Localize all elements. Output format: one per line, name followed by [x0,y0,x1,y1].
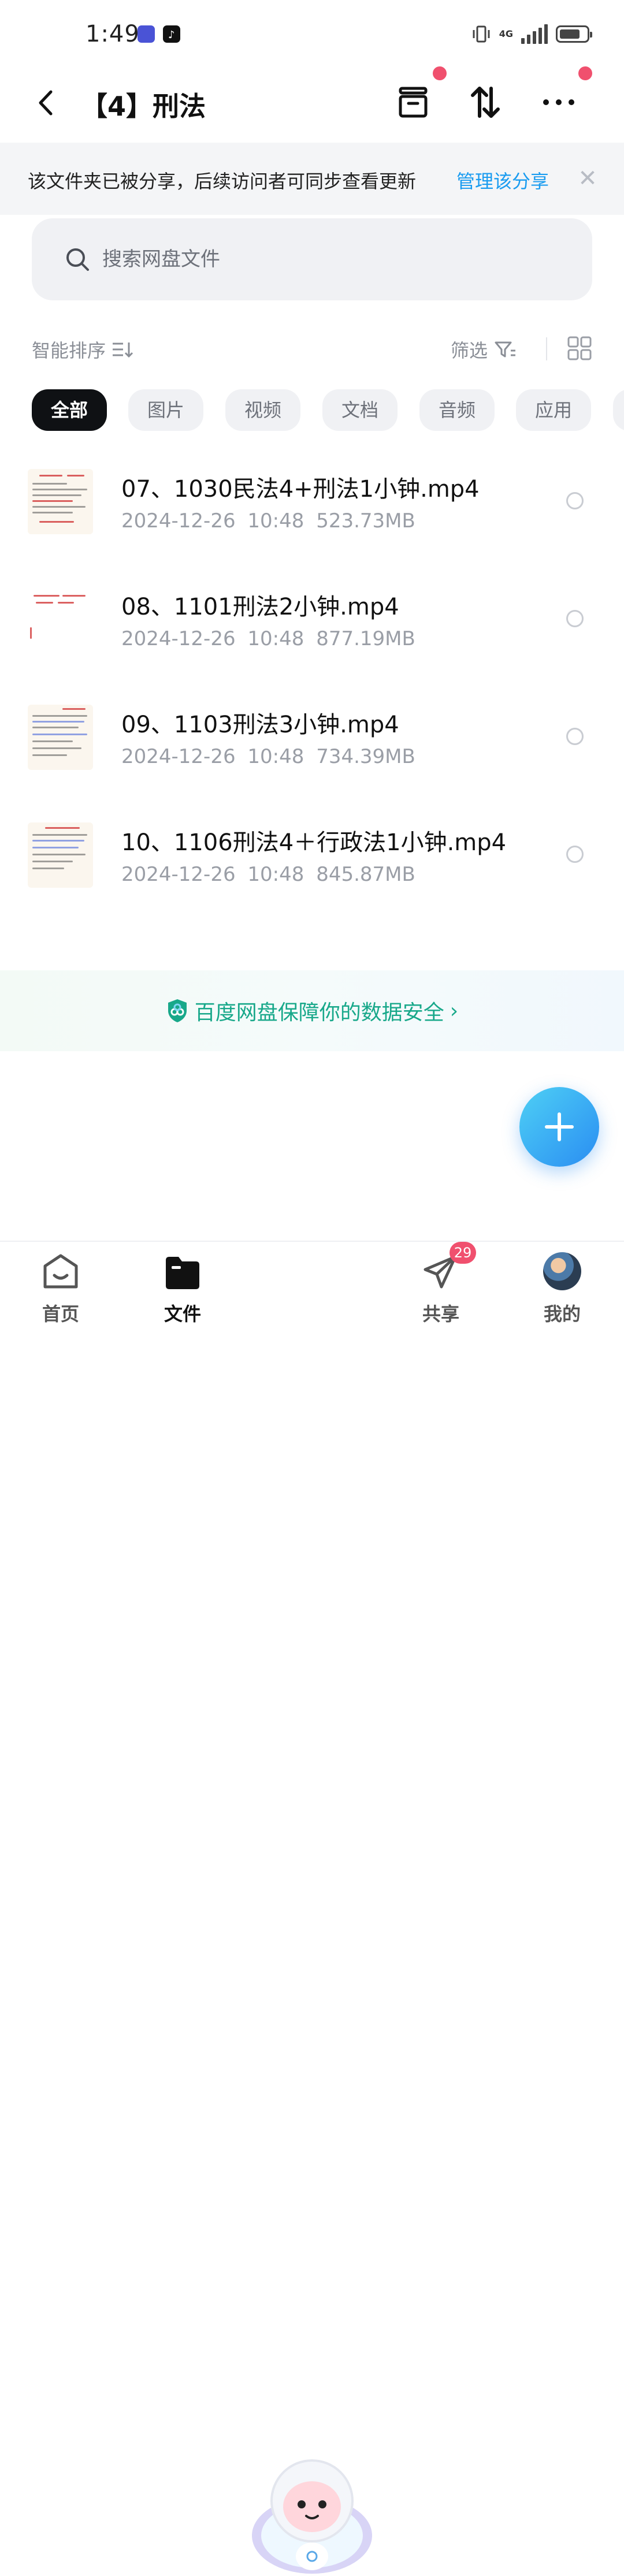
nav-home[interactable]: 首页 [14,1242,107,1335]
signal-icon [521,24,548,44]
select-checkbox[interactable] [566,492,584,509]
file-meta: 2024-12-26 10:48 734.39MB [121,745,415,768]
file-meta: 2024-12-26 10:48 523.73MB [121,509,415,533]
status-icons: 4G [471,24,592,44]
file-size: 877.19MB [316,627,415,650]
video-thumbnail [28,587,93,652]
grid-view-icon[interactable] [566,335,593,362]
share-banner: 该文件夹已被分享，后续访问者可同步查看更新 管理该分享 ✕ [0,143,624,215]
nav-share-label: 共享 [422,1303,459,1325]
nav-files-label: 文件 [164,1303,201,1325]
file-date: 2024-12-26 [121,863,236,886]
vibrate-icon [473,25,490,43]
nav-share[interactable]: 29 共享 [395,1242,487,1335]
file-time: 10:48 [247,863,304,886]
sort-icon [113,343,133,358]
file-time: 10:48 [247,627,304,650]
divider [546,337,547,360]
filter-label: 筛选 [451,340,488,362]
search-box[interactable] [32,218,592,300]
tieba-icon [138,25,155,43]
file-time: 10:48 [247,509,304,533]
video-thumbnail [28,705,93,770]
safety-text: 百度网盘保障你的数据安全 [194,1001,444,1025]
select-checkbox[interactable] [566,610,584,627]
avatar [543,1252,581,1290]
file-name: 07、1030民法4+刑法1小钟.mp4 [121,476,480,502]
more-red-dot [578,66,592,80]
close-icon[interactable]: ✕ [574,161,601,196]
search-input[interactable] [101,243,566,276]
file-meta: 2024-12-26 10:48 845.87MB [121,863,415,886]
more-button[interactable] [538,82,579,122]
video-thumbnail [28,822,93,888]
select-checkbox[interactable] [566,846,584,863]
chip-images[interactable]: 图片 [128,389,203,431]
file-name: 08、1101刑法2小钟.mp4 [121,594,399,620]
header: 【4】刑法 [0,66,624,142]
file-name: 10、1106刑法4＋行政法1小钟.mp4 [121,829,507,856]
file-time: 10:48 [247,745,304,768]
chip-all[interactable]: 全部 [32,389,107,431]
file-date: 2024-12-26 [121,509,236,533]
nav-me-label: 我的 [543,1303,581,1325]
transfer-button[interactable] [465,82,506,122]
home-icon [43,1254,78,1289]
select-checkbox[interactable] [566,728,584,745]
share-badge: 29 [450,1242,476,1264]
chip-apps[interactable]: 应用 [516,389,591,431]
chip-audio[interactable]: 音频 [419,389,495,431]
file-date: 2024-12-26 [121,627,236,650]
folder-icon [166,1257,199,1289]
archive-button[interactable] [393,82,433,122]
nav-home-label: 首页 [42,1303,79,1325]
sort-row: 智能排序 筛选 [0,329,624,370]
category-chips: 全部 图片 视频 文档 音频 应用 [32,389,624,432]
search-icon [66,248,89,271]
transfer-icon [471,87,500,118]
back-button[interactable] [29,85,64,120]
file-size: 845.87MB [316,863,415,886]
file-name: 09、1103刑法3小钟.mp4 [121,712,399,738]
file-size: 523.73MB [316,509,415,533]
filter-button[interactable]: 筛选 [451,336,517,363]
chevron-left-icon [39,90,53,116]
shield-icon [168,999,187,1022]
file-size: 734.39MB [316,745,415,768]
chip-more[interactable] [613,389,624,431]
chevron-right-icon: › [450,999,459,1023]
file-meta: 2024-12-26 10:48 877.19MB [121,627,415,650]
svg-text:♪: ♪ [168,29,175,41]
nav-me[interactable]: 我的 [516,1242,608,1335]
smart-sort-button[interactable]: 智能排序 [32,336,133,363]
chip-videos[interactable]: 视频 [225,389,300,431]
bottom-nav: 首页 文件 29 共享 我的 [0,1241,624,2574]
page-title: 【4】刑法 [81,91,206,122]
battery-icon [556,25,592,43]
safety-banner[interactable]: 百度网盘保障你的数据安全 › [0,970,624,1051]
manage-share-link[interactable]: 管理该分享 [456,167,549,193]
network-type: 4G [499,28,513,39]
status-bar: 1:49 ♪ 4G [0,0,624,69]
add-button[interactable] [519,1087,599,1167]
archive-icon [399,87,428,118]
status-time: 1:49 [86,21,140,47]
plus-icon [545,1112,574,1141]
file-date: 2024-12-26 [121,745,236,768]
file-row[interactable]: 09、1103刑法3小钟.mp4 2024-12-26 10:48 734.39… [0,698,624,813]
more-icon [543,99,574,105]
share-banner-text: 该文件夹已被分享，后续访问者可同步查看更新 [28,170,417,192]
video-thumbnail [28,469,93,534]
safety-content: 百度网盘保障你的数据安全 › [0,970,624,1051]
nav-files[interactable]: 文件 [136,1242,229,1335]
file-row[interactable]: 07、1030民法4+刑法1小钟.mp4 2024-12-26 10:48 52… [0,462,624,578]
filter-icon [495,341,516,358]
file-row[interactable]: 10、1106刑法4＋行政法1小钟.mp4 2024-12-26 10:48 8… [0,816,624,931]
file-row[interactable]: 08、1101刑法2小钟.mp4 2024-12-26 10:48 877.19… [0,580,624,695]
mascot-icon[interactable] [248,2449,376,2576]
sort-label: 智能排序 [32,340,106,362]
chip-documents[interactable]: 文档 [322,389,398,431]
tiktok-icon: ♪ [163,25,180,43]
archive-red-dot [433,66,447,80]
